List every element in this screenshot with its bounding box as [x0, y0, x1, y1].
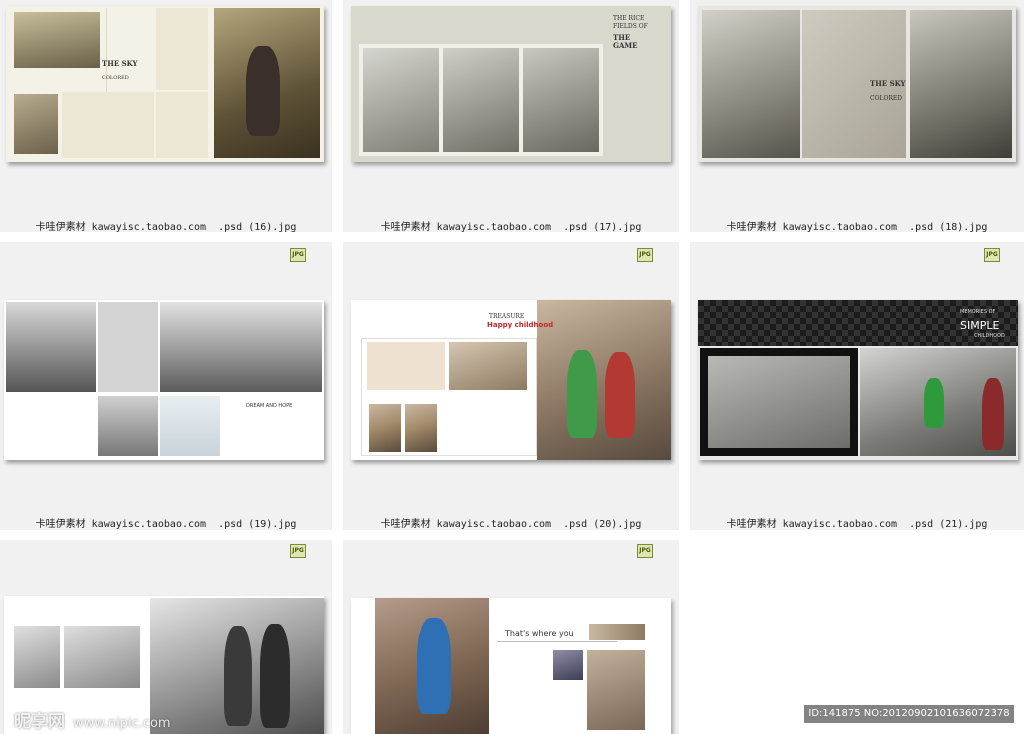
jpg-file-icon: JPG — [290, 544, 306, 558]
jpg-file-icon: JPG — [637, 248, 653, 262]
photo — [160, 302, 322, 392]
photo — [160, 396, 220, 456]
thumbnail-20[interactable]: TREASURE Happy childhood — [351, 300, 671, 460]
dream-text: DREAM AND HOPE — [246, 403, 293, 409]
jpg-file-icon: JPG — [984, 248, 1000, 262]
photo — [14, 626, 60, 688]
simple-text: SIMPLE — [960, 319, 1000, 332]
treasure-text: TREASURE — [489, 313, 525, 320]
gallery-item-21[interactable]: JPG SIMPLE MEMORIES OF CHILDHOOD 卡哇伊素材 k… — [690, 242, 1024, 530]
caption: 卡哇伊素材 kawayisc.taobao.com .psd (18).jpg — [726, 222, 988, 233]
sky-subtitle: COLORED — [870, 95, 903, 102]
photo — [98, 396, 158, 456]
photo — [537, 300, 671, 460]
thumbnail-23[interactable]: That's where you — [351, 598, 671, 734]
caption: 卡哇伊素材 kawayisc.taobao.com .psd (17).jpg — [380, 222, 642, 233]
title-line-2: FIELDS OF — [613, 23, 648, 30]
watermark-url: www.nipic.com — [73, 716, 171, 731]
gallery-item-17[interactable]: THE RICE FIELDS OF THE GAME 卡哇伊素材 kawayi… — [343, 0, 679, 233]
panel — [98, 302, 158, 392]
memories-text: MEMORIES OF — [960, 309, 996, 315]
caption: 卡哇伊素材 kawayisc.taobao.com .psd (19).jpg — [35, 519, 297, 530]
where-text: That's where you — [505, 629, 574, 638]
photo — [449, 342, 527, 390]
photo — [708, 356, 850, 448]
image-id-bar: ID:141875 NO:20120902101636072378 — [804, 705, 1014, 723]
jpg-file-icon: JPG — [290, 248, 306, 262]
thumbnail-16[interactable]: THE SKY COLORED — [6, 6, 324, 162]
gallery-item-16[interactable]: THE SKY COLORED 卡哇伊素材 kawayisc.taobao.co… — [0, 0, 332, 233]
photo — [443, 48, 519, 152]
happy-childhood-text: Happy childhood — [487, 321, 554, 329]
title-line-1: THE RICE — [613, 15, 645, 22]
photo — [6, 302, 96, 392]
sky-title: THE SKY — [870, 79, 906, 88]
child-figure — [924, 378, 944, 428]
photo — [405, 404, 437, 452]
photo — [363, 48, 439, 152]
caption: 卡哇伊素材 kawayisc.taobao.com .psd (16).jpg — [35, 222, 297, 233]
gallery-item-22[interactable]: JPG — [0, 540, 332, 734]
title-line-3: THE — [613, 33, 631, 42]
child-figure — [224, 626, 252, 726]
sky-subtitle: COLORED — [102, 75, 129, 81]
gallery-item-20[interactable]: JPG TREASURE Happy childhood 卡哇伊素材 kaway… — [343, 242, 679, 530]
thumbnail-17[interactable]: THE RICE FIELDS OF THE GAME — [351, 6, 671, 162]
photo — [369, 404, 401, 452]
gallery-item-23[interactable]: JPG That's where you — [343, 540, 679, 734]
photo — [14, 94, 58, 154]
title-line-4: GAME — [613, 41, 638, 50]
photo — [702, 10, 800, 158]
thumbnail-19[interactable]: DREAM AND HOPE — [4, 300, 324, 460]
child-figure — [982, 378, 1004, 450]
panel — [156, 92, 208, 158]
jpg-file-icon: JPG — [637, 544, 653, 558]
photo — [523, 48, 599, 152]
panel — [156, 8, 208, 90]
photo — [589, 624, 645, 640]
photo — [587, 650, 645, 730]
photo — [64, 626, 140, 688]
child-figure — [605, 352, 635, 438]
child-figure — [246, 46, 280, 136]
caption: 卡哇伊素材 kawayisc.taobao.com .psd (21).jpg — [726, 519, 988, 530]
watermark-brand: 昵享网 — [14, 712, 65, 732]
photo — [910, 10, 1012, 158]
photo — [553, 650, 583, 680]
gallery-item-18[interactable]: THE SKY COLORED 卡哇伊素材 kawayisc.taobao.co… — [690, 0, 1024, 233]
gallery-item-19[interactable]: JPG DREAM AND HOPE 卡哇伊素材 kawayisc.taobao… — [0, 242, 332, 530]
panel — [62, 92, 154, 158]
site-watermark: 昵享网 www.nipic.com — [14, 707, 171, 732]
beige-panel — [367, 342, 445, 390]
sky-title: THE SKY — [102, 59, 138, 68]
child-figure — [417, 618, 451, 714]
photo — [14, 12, 100, 68]
caption: 卡哇伊素材 kawayisc.taobao.com .psd (20).jpg — [380, 519, 642, 530]
child-figure — [260, 624, 290, 728]
thumbnail-18[interactable]: THE SKY COLORED — [698, 6, 1016, 162]
thumbnail-21[interactable]: SIMPLE MEMORIES OF CHILDHOOD — [698, 300, 1018, 460]
childhood-text: CHILDHOOD — [974, 333, 1005, 339]
child-figure — [567, 350, 597, 438]
